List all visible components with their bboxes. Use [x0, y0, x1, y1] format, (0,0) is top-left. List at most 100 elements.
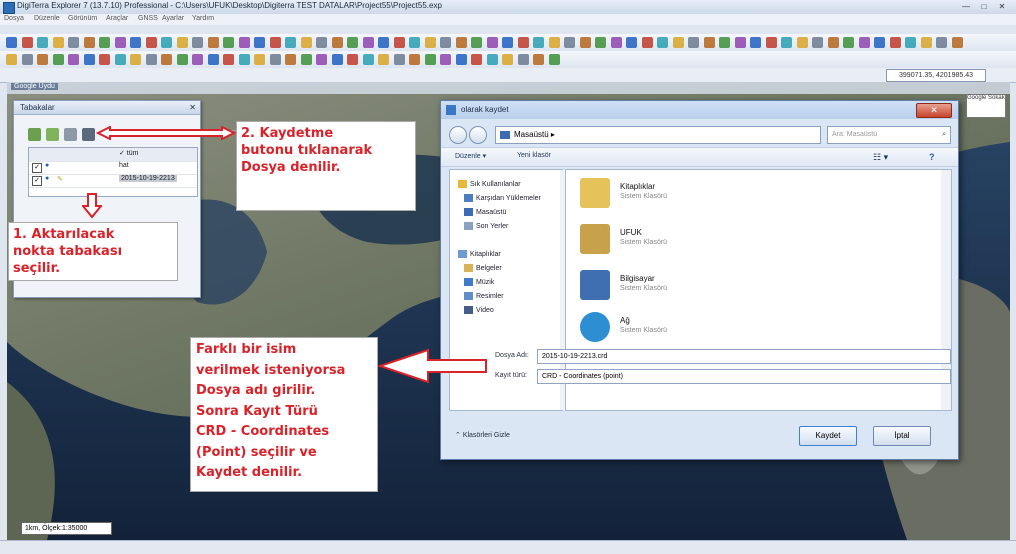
toolbar-tool-icon[interactable]	[99, 54, 110, 65]
layers-panel-header[interactable]: Tabakalar ✕	[14, 101, 200, 115]
nav-item-favorites[interactable]: Sık Kullanılanlar	[458, 180, 521, 188]
toolbar-tool-icon[interactable]	[161, 37, 172, 48]
toolbar-tool-icon[interactable]	[393, 54, 405, 65]
toolbar-tool-icon[interactable]	[502, 37, 513, 48]
filename-field[interactable]: 2015-10-19-2213.crd	[537, 349, 951, 364]
toolbar-tool-icon[interactable]	[533, 54, 544, 65]
toolbar-tool-icon[interactable]	[52, 54, 64, 65]
toolbar-tool-icon[interactable]	[517, 54, 529, 65]
layer-row[interactable]: ✓ ● ✎ 2015-10-19-2213	[29, 174, 197, 188]
toolbar-tool-icon[interactable]	[331, 54, 343, 65]
toolbar-tool-icon[interactable]	[347, 37, 358, 48]
toolbar-tool-icon[interactable]	[145, 37, 157, 48]
close-button[interactable]: ✕	[994, 1, 1010, 12]
toolbar-tool-icon[interactable]	[672, 37, 684, 48]
toolbar-tool-icon[interactable]	[238, 37, 250, 48]
menu-item-edit[interactable]: Düzenle	[34, 15, 60, 22]
toolbar-tool-icon[interactable]	[114, 37, 126, 48]
toolbar-tool-icon[interactable]	[471, 37, 482, 48]
toolbar-tool-icon[interactable]	[6, 54, 17, 65]
toolbar-tool-icon[interactable]	[936, 37, 947, 48]
toolbar-tool-icon[interactable]	[843, 37, 854, 48]
toolbar-tool-icon[interactable]	[83, 54, 95, 65]
menu-item-view[interactable]: Görünüm	[68, 15, 97, 22]
toolbar-tool-icon[interactable]	[424, 37, 436, 48]
toolbar-tool-icon[interactable]	[254, 37, 265, 48]
toolbar-tool-icon[interactable]	[130, 37, 141, 48]
toolbar-tool-icon[interactable]	[750, 37, 761, 48]
cancel-button[interactable]: İptal	[873, 426, 931, 446]
toolbar-tool-icon[interactable]	[254, 54, 265, 65]
nav-item-pictures[interactable]: Resimler	[464, 292, 504, 300]
dialog-title-bar[interactable]: olarak kaydet ✕	[441, 101, 958, 119]
toolbar-tool-icon[interactable]	[378, 37, 389, 48]
toolbar-tool-icon[interactable]	[145, 54, 157, 65]
toolbar-tool-icon[interactable]	[192, 54, 203, 65]
menu-item-tools[interactable]: Araçlar	[106, 15, 128, 22]
maximize-button[interactable]: □	[976, 1, 992, 12]
minimize-button[interactable]: —	[958, 1, 974, 12]
toolbar-tool-icon[interactable]	[796, 37, 808, 48]
nav-item-desktop[interactable]: Masaüstü	[464, 208, 506, 216]
toolbar-tool-icon[interactable]	[68, 37, 79, 48]
toolbar-tool-icon[interactable]	[486, 54, 498, 65]
toolbar-tool-icon[interactable]	[238, 54, 250, 65]
toolbar-tool-icon[interactable]	[83, 37, 95, 48]
toolbar-tool-icon[interactable]	[378, 54, 389, 65]
new-layer-icon[interactable]	[46, 128, 59, 141]
toolbar-tool-icon[interactable]	[21, 37, 33, 48]
toolbar-tool-icon[interactable]	[223, 54, 234, 65]
toolbar-tool-icon[interactable]	[285, 37, 296, 48]
toolbar-tool-icon[interactable]	[641, 37, 653, 48]
list-item[interactable]: Ağ Sistem Klasörü	[580, 310, 760, 346]
toolbar-tool-icon[interactable]	[827, 37, 839, 48]
toolbar-tool-icon[interactable]	[37, 37, 48, 48]
layer-visible-checkbox[interactable]: ✓	[32, 176, 42, 186]
toolbar-tool-icon[interactable]	[331, 37, 343, 48]
toolbar-tool-icon[interactable]	[99, 37, 110, 48]
toolbar-tool-icon[interactable]	[905, 37, 916, 48]
address-bar[interactable]: Masaüstü ▸	[495, 126, 821, 144]
toolbar-tool-icon[interactable]	[68, 54, 79, 65]
toolbar-tool-icon[interactable]	[548, 37, 560, 48]
toolbar-tool-icon[interactable]	[719, 37, 730, 48]
nav-item-documents[interactable]: Belgeler	[464, 264, 502, 272]
nav-item-music[interactable]: Müzik	[464, 278, 494, 286]
toolbar-tool-icon[interactable]	[502, 54, 513, 65]
nav-item-videos[interactable]: Video	[464, 306, 494, 314]
view-options-icon[interactable]: ☷ ▾	[873, 152, 888, 163]
toolbar-tool-icon[interactable]	[424, 54, 436, 65]
toolbar-tool-icon[interactable]	[6, 37, 17, 48]
toolbar-tool-icon[interactable]	[362, 54, 374, 65]
toolbar-tool-icon[interactable]	[548, 54, 560, 65]
toolbar-tool-icon[interactable]	[409, 37, 420, 48]
toolbar-tool-icon[interactable]	[440, 54, 451, 65]
new-folder-button[interactable]: Yeni klasör	[517, 152, 551, 159]
toolbar-tool-icon[interactable]	[564, 37, 575, 48]
toolbar-tool-icon[interactable]	[533, 37, 544, 48]
toolbar-tool-icon[interactable]	[812, 37, 823, 48]
toolbar-tool-icon[interactable]	[874, 37, 885, 48]
toolbar-tool-icon[interactable]	[579, 37, 591, 48]
menu-item-help[interactable]: Yardım	[192, 15, 214, 22]
toolbar-tool-icon[interactable]	[688, 37, 699, 48]
toolbar-tool-icon[interactable]	[21, 54, 33, 65]
nav-item-recent[interactable]: Son Yerler	[464, 222, 508, 230]
toolbar-tool-icon[interactable]	[595, 37, 606, 48]
toolbar-tool-icon[interactable]	[176, 54, 188, 65]
toolbar-tool-icon[interactable]	[161, 54, 172, 65]
toolbar-tool-icon[interactable]	[920, 37, 932, 48]
toolbar-tool-icon[interactable]	[37, 54, 48, 65]
layer-row[interactable]: ✓ ● hat	[29, 161, 197, 175]
toolbar-tool-icon[interactable]	[858, 37, 870, 48]
toolbar-tool-icon[interactable]	[951, 37, 963, 48]
toolbar-tool-icon[interactable]	[409, 54, 420, 65]
hide-folders-toggle[interactable]: ⌃ Klasörleri Gizle	[455, 431, 510, 439]
toolbar-tool-icon[interactable]	[176, 37, 188, 48]
toolbar-tool-icon[interactable]	[207, 37, 219, 48]
toolbar-tool-icon[interactable]	[362, 37, 374, 48]
toolbar-tool-icon[interactable]	[207, 54, 219, 65]
toolbar-tool-icon[interactable]	[440, 37, 451, 48]
search-input[interactable]: Ara: Masaüstü ⌕	[827, 126, 951, 144]
toolbar-tool-icon[interactable]	[781, 37, 792, 48]
